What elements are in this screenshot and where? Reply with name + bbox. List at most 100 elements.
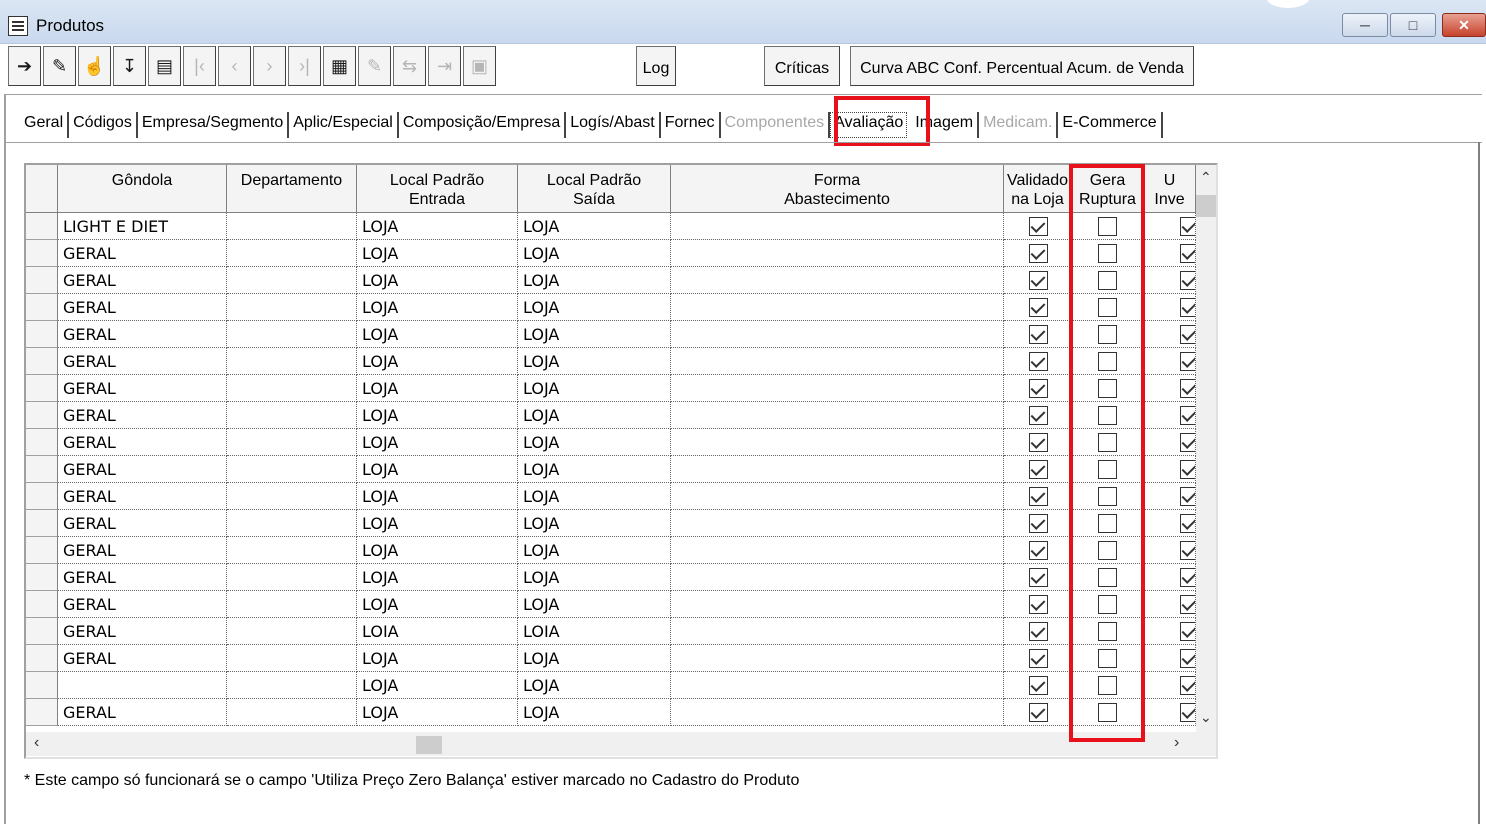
vertical-scrollbar[interactable]: ⌃ ⌄ <box>1196 165 1216 732</box>
inve-checkbox[interactable] <box>1180 244 1195 263</box>
inve-checkbox[interactable] <box>1180 379 1195 398</box>
validado-checkbox[interactable] <box>1029 703 1048 722</box>
cell-saida[interactable]: LOJA <box>518 267 671 294</box>
row-indicator[interactable] <box>26 672 58 699</box>
eraser-icon[interactable]: ✎ <box>43 46 76 86</box>
table-row[interactable]: GERAL LOJA LOJA <box>26 456 1196 483</box>
tab-medicam-[interactable]: Medicam. <box>979 112 1059 138</box>
cell-departamento[interactable] <box>227 429 357 456</box>
cell-departamento[interactable] <box>227 267 357 294</box>
exit-icon[interactable]: ➔ <box>8 46 41 86</box>
export-icon[interactable]: ⇥ <box>428 46 461 86</box>
vertical-scroll-thumb[interactable] <box>1196 195 1216 217</box>
table-row[interactable]: GERAL LOJA LOJA <box>26 240 1196 267</box>
cell-saida[interactable]: LOJA <box>518 456 671 483</box>
cell-departamento[interactable] <box>227 537 357 564</box>
table-row[interactable]: GERAL LOJA LOJA <box>26 321 1196 348</box>
cell-entrada[interactable]: LOJA <box>357 348 518 375</box>
horizontal-scrollbar[interactable]: ‹ › <box>26 732 1216 756</box>
cell-saida[interactable]: LOJA <box>518 294 671 321</box>
validado-checkbox[interactable] <box>1029 379 1048 398</box>
table-row[interactable]: GERAL LOIA LOIA <box>26 618 1196 645</box>
log-button[interactable]: Log <box>636 46 676 86</box>
scroll-down-icon[interactable]: ⌄ <box>1200 709 1212 726</box>
cell-saida[interactable]: LOJA <box>518 402 671 429</box>
cell-saida[interactable]: LOJA <box>518 645 671 672</box>
cell-gondola[interactable]: GERAL <box>58 564 227 591</box>
table-row[interactable]: GERAL LOJA LOJA <box>26 294 1196 321</box>
cell-departamento[interactable] <box>227 645 357 672</box>
cell-forma[interactable] <box>671 456 1004 483</box>
cell-gondola[interactable]: GERAL <box>58 294 227 321</box>
cell-saida[interactable]: LOJA <box>518 375 671 402</box>
cell-entrada[interactable]: LOJA <box>357 591 518 618</box>
cell-departamento[interactable] <box>227 564 357 591</box>
cell-gondola[interactable]: GERAL <box>58 375 227 402</box>
doc-icon[interactable]: ✎ <box>358 46 391 86</box>
inve-checkbox[interactable] <box>1180 541 1195 560</box>
cell-departamento[interactable] <box>227 618 357 645</box>
table-row[interactable]: GERAL LOJA LOJA <box>26 429 1196 456</box>
cell-entrada[interactable]: LOJA <box>357 672 518 699</box>
cell-gondola[interactable] <box>58 672 227 699</box>
row-indicator[interactable] <box>26 240 58 267</box>
validado-checkbox[interactable] <box>1029 541 1048 560</box>
scroll-right-icon[interactable]: › <box>1174 734 1179 752</box>
sheet-icon[interactable]: ▦ <box>323 46 356 86</box>
inve-checkbox[interactable] <box>1180 514 1195 533</box>
validado-checkbox[interactable] <box>1029 406 1048 425</box>
cell-forma[interactable] <box>671 213 1004 240</box>
scroll-left-icon[interactable]: ‹ <box>34 734 39 752</box>
cell-entrada[interactable]: LOIA <box>357 618 518 645</box>
cell-gondola[interactable]: GERAL <box>58 348 227 375</box>
cell-forma[interactable] <box>671 618 1004 645</box>
inve-checkbox[interactable] <box>1180 649 1195 668</box>
curva-abc-button[interactable]: Curva ABC Conf. Percentual Acum. de Vend… <box>850 46 1194 86</box>
cell-departamento[interactable] <box>227 348 357 375</box>
tab-c-digos[interactable]: Códigos <box>69 112 138 138</box>
validado-checkbox[interactable] <box>1029 514 1048 533</box>
tab-empresa-segmento[interactable]: Empresa/Segmento <box>138 112 290 138</box>
row-indicator[interactable] <box>26 645 58 672</box>
column-header[interactable]: Validado na Loja <box>1004 165 1072 213</box>
validado-checkbox[interactable] <box>1029 649 1048 668</box>
validado-checkbox[interactable] <box>1029 622 1048 641</box>
cell-forma[interactable] <box>671 375 1004 402</box>
inve-checkbox[interactable] <box>1180 487 1195 506</box>
products-grid[interactable]: Gôndola Departamento Local Padrão Entrada L… <box>24 163 1218 759</box>
inve-checkbox[interactable] <box>1180 622 1195 641</box>
row-indicator[interactable] <box>26 213 58 240</box>
cell-forma[interactable] <box>671 564 1004 591</box>
cell-saida[interactable]: LOJA <box>518 321 671 348</box>
column-header[interactable]: Gôndola <box>58 165 227 213</box>
inve-checkbox[interactable] <box>1180 676 1195 695</box>
column-header[interactable]: Local Padrão Entrada <box>357 165 518 213</box>
print-icon[interactable]: ▤ <box>148 46 181 86</box>
cell-gondola[interactable]: GERAL <box>58 456 227 483</box>
row-indicator[interactable] <box>26 510 58 537</box>
last-icon[interactable]: ›| <box>288 46 321 86</box>
validado-checkbox[interactable] <box>1029 568 1048 587</box>
cell-departamento[interactable] <box>227 483 357 510</box>
table-row[interactable]: LOJA LOJA <box>26 672 1196 699</box>
cell-entrada[interactable]: LOJA <box>357 402 518 429</box>
criticas-button[interactable]: Críticas <box>764 46 840 86</box>
cell-gondola[interactable]: GERAL <box>58 645 227 672</box>
cell-saida[interactable]: LOJA <box>518 348 671 375</box>
cell-forma[interactable] <box>671 294 1004 321</box>
table-row[interactable]: GERAL LOJA LOJA <box>26 348 1196 375</box>
cell-gondola[interactable]: GERAL <box>58 267 227 294</box>
column-header[interactable]: Local Padrão Saída <box>518 165 671 213</box>
inve-checkbox[interactable] <box>1180 271 1195 290</box>
cell-forma[interactable] <box>671 402 1004 429</box>
tab-componentes[interactable]: Componentes <box>721 112 831 138</box>
cell-saida[interactable]: LOJA <box>518 213 671 240</box>
cell-forma[interactable] <box>671 240 1004 267</box>
row-indicator[interactable] <box>26 267 58 294</box>
cell-saida[interactable]: LOJA <box>518 672 671 699</box>
cell-gondola[interactable]: GERAL <box>58 591 227 618</box>
inve-checkbox[interactable] <box>1180 325 1195 344</box>
row-indicator[interactable] <box>26 321 58 348</box>
row-indicator[interactable] <box>26 564 58 591</box>
cell-forma[interactable] <box>671 672 1004 699</box>
